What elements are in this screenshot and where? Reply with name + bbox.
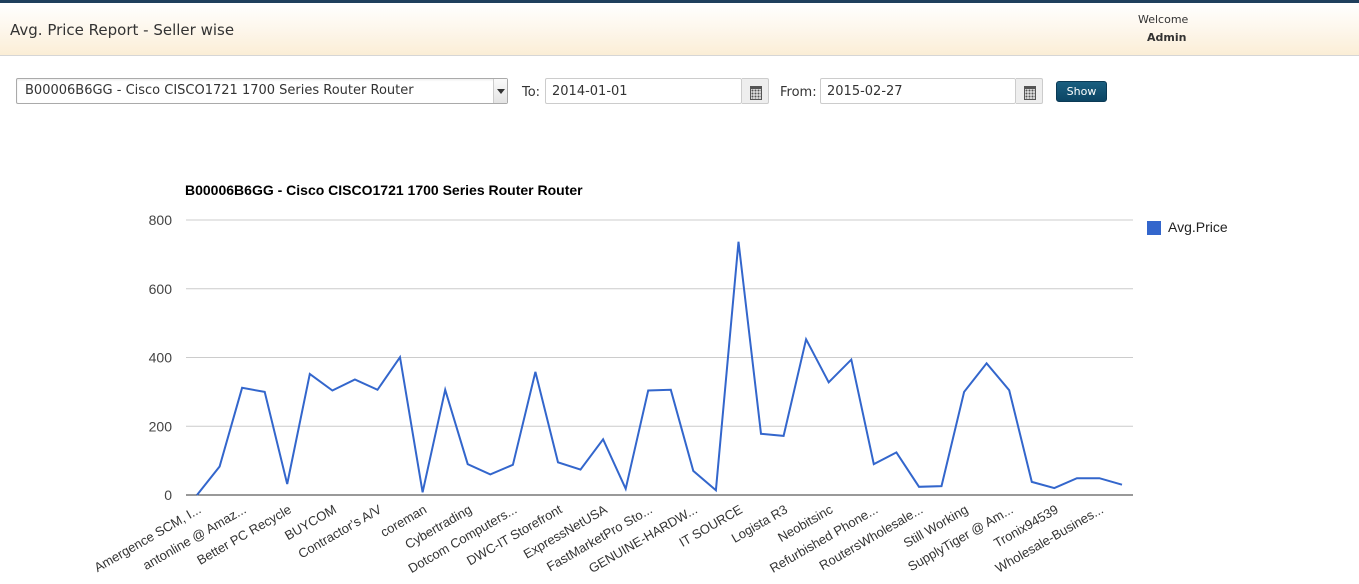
welcome-text: Welcome [1138,13,1189,26]
y-tick-label: 600 [149,281,173,297]
to-date-input[interactable] [545,78,742,104]
y-tick-label: 400 [149,350,173,366]
legend-label: Avg.Price [1168,219,1228,235]
show-button[interactable]: Show [1056,81,1107,102]
page-title: Avg. Price Report - Seller wise [10,21,235,39]
y-tick-label: 0 [164,487,172,503]
line-chart: B00006B6GG - Cisco CISCO1721 1700 Series… [92,182,1228,576]
y-tick-labels: 0 200 400 600 800 [149,212,173,503]
y-tick-label: 800 [149,212,173,228]
username[interactable]: Admin [1147,31,1186,44]
legend-swatch [1147,221,1161,235]
to-label: To: [522,85,541,100]
series-line-avg-price [196,241,1123,496]
chevron-down-icon[interactable] [493,79,507,103]
product-select[interactable]: B00006B6GG - Cisco CISCO1721 1700 Series… [16,78,508,104]
from-date-input[interactable] [820,78,1016,104]
product-select-value: B00006B6GG - Cisco CISCO1721 1700 Series… [25,83,414,98]
x-tick-labels: Amergence SCM, I...antonline @ Amaz...Be… [92,501,1106,576]
page-header: Avg. Price Report - Seller wise Welcome … [0,3,1359,56]
legend: Avg.Price [1147,219,1228,235]
from-label: From: [780,85,817,100]
grid-lines [186,219,1133,496]
calendar-icon[interactable] [742,78,769,104]
chart-title: B00006B6GG - Cisco CISCO1721 1700 Series… [185,182,583,198]
calendar-icon[interactable] [1016,78,1043,104]
y-tick-label: 200 [149,418,173,434]
